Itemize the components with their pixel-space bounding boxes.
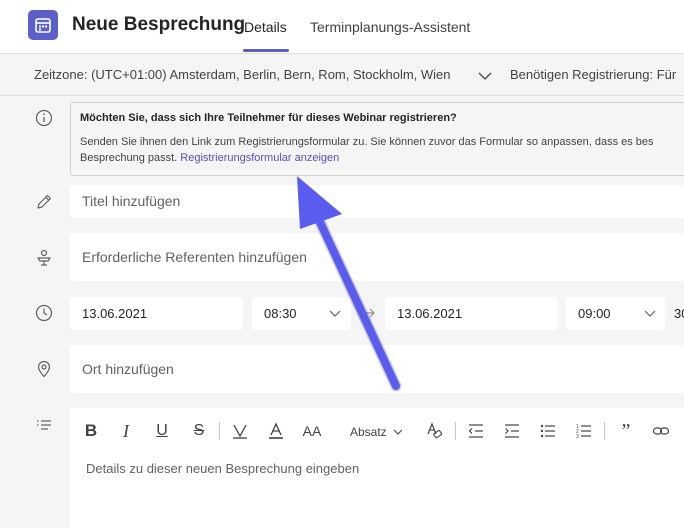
annotation-arrow xyxy=(297,176,402,392)
